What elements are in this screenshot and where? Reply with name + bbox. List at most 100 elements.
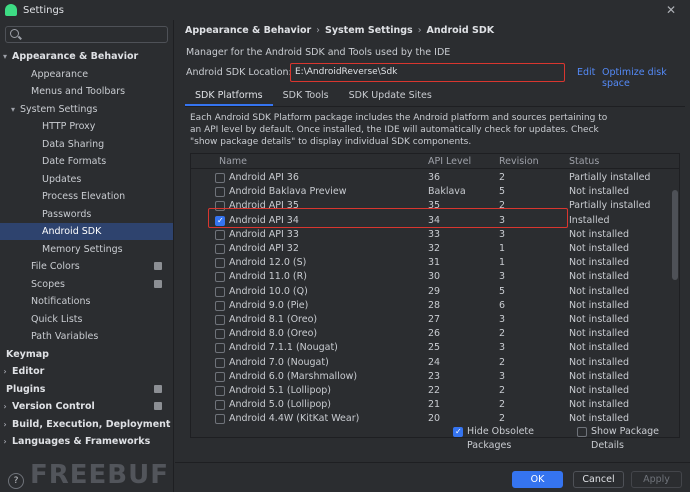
chevron-right-icon[interactable]: › bbox=[0, 398, 10, 415]
sidebar-item[interactable]: Menus and Toolbars bbox=[0, 83, 173, 100]
platform-checkbox[interactable] bbox=[215, 244, 225, 254]
sidebar-item[interactable]: ▾ Appearance & Behavior bbox=[0, 48, 173, 65]
table-row[interactable]: Android 8.0 (Oreo) 26 2 Not installed bbox=[191, 327, 669, 341]
sidebar-item[interactable]: › Editor bbox=[0, 363, 173, 380]
sidebar-item[interactable]: › Build, Execution, Deployment bbox=[0, 416, 173, 433]
chevron-down-icon[interactable]: ▾ bbox=[0, 48, 10, 65]
platform-checkbox[interactable] bbox=[215, 272, 225, 283]
sidebar-item[interactable]: › Languages & Frameworks bbox=[0, 433, 173, 450]
sidebar-item[interactable]: File Colors bbox=[0, 258, 173, 275]
close-icon[interactable]: ✕ bbox=[666, 3, 676, 17]
sidebar-item-label: System Settings bbox=[20, 103, 98, 115]
table-row[interactable]: Android 9.0 (Pie) 28 6 Not installed bbox=[191, 299, 669, 313]
table-row[interactable]: Android 8.1 (Oreo) 27 3 Not installed bbox=[191, 313, 669, 327]
platform-checkbox[interactable] bbox=[215, 173, 225, 183]
search-input[interactable] bbox=[22, 28, 162, 41]
table-row[interactable]: Android API 36 36 2 Partially installed bbox=[191, 171, 669, 185]
cell-status: Not installed bbox=[569, 356, 629, 368]
breadcrumb-item: Android SDK bbox=[426, 25, 495, 36]
platform-checkbox[interactable] bbox=[215, 329, 225, 340]
apply-button[interactable]: Apply bbox=[631, 471, 682, 488]
platform-checkbox[interactable] bbox=[215, 414, 225, 425]
sidebar-item[interactable]: Date Formats bbox=[0, 153, 173, 170]
platform-checkbox[interactable] bbox=[215, 343, 225, 354]
sidebar-item[interactable]: › Version Control bbox=[0, 398, 173, 415]
cell-status: Not installed bbox=[569, 228, 629, 240]
table-row[interactable]: Android 6.0 (Marshmallow) 23 3 Not installe… bbox=[191, 370, 669, 384]
ok-button[interactable]: OK bbox=[512, 471, 563, 488]
platform-checkbox[interactable] bbox=[215, 300, 225, 311]
tab-sdk-update-sites[interactable]: SDK Update Sites bbox=[339, 88, 442, 106]
table-row[interactable]: Android API 33 33 3 Not installed bbox=[191, 228, 669, 242]
cancel-button[interactable]: Cancel bbox=[573, 471, 624, 488]
sidebar-item[interactable]: Quick Lists bbox=[0, 311, 173, 328]
cell-rev: 3 bbox=[499, 370, 506, 382]
sdk-location-field[interactable]: E:\AndroidReverse\Sdk bbox=[290, 63, 565, 82]
column-name-header[interactable]: Name bbox=[219, 155, 247, 168]
chevron-right-icon: › bbox=[417, 25, 422, 36]
sidebar-item[interactable]: Passwords bbox=[0, 206, 173, 223]
table-row[interactable]: Android API 32 32 1 Not installed bbox=[191, 242, 669, 256]
sidebar-item[interactable]: Memory Settings bbox=[0, 241, 173, 258]
platform-checkbox[interactable] bbox=[215, 371, 225, 382]
sdk-platforms-table: Name API Level Revision Status Android A… bbox=[190, 153, 680, 438]
platform-checkbox[interactable] bbox=[215, 357, 225, 368]
show-details-option[interactable]: Show Package Details bbox=[577, 425, 689, 451]
cell-status: Partially installed bbox=[569, 200, 651, 212]
sidebar-item[interactable]: Updates bbox=[0, 171, 173, 188]
platform-checkbox[interactable] bbox=[215, 229, 225, 240]
platform-checkbox[interactable] bbox=[215, 286, 225, 297]
table-row[interactable]: Android 12.0 (S) 31 1 Not installed bbox=[191, 256, 669, 270]
cell-status: Not installed bbox=[569, 271, 629, 283]
table-row[interactable]: Android Baklava Preview Baklava 5 Not insta… bbox=[191, 185, 669, 199]
sidebar-item[interactable]: Keymap bbox=[0, 346, 173, 363]
sidebar-item[interactable]: ▾ System Settings bbox=[0, 101, 173, 118]
help-button[interactable]: ? bbox=[8, 473, 24, 489]
table-header: Name API Level Revision Status bbox=[191, 154, 679, 169]
optimize-disk-space-link[interactable]: Optimize disk space bbox=[602, 67, 690, 89]
platform-checkbox[interactable] bbox=[215, 187, 225, 198]
breadcrumb-item[interactable]: System Settings bbox=[325, 25, 413, 36]
column-api-level-header[interactable]: API Level bbox=[428, 155, 471, 168]
tab-sdk-platforms[interactable]: SDK Platforms bbox=[185, 88, 273, 106]
cell-rev: 3 bbox=[499, 228, 506, 240]
chevron-right-icon[interactable]: › bbox=[0, 416, 10, 433]
table-row[interactable]: Android 11.0 (R) 30 3 Not installed bbox=[191, 270, 669, 284]
platform-checkbox[interactable] bbox=[215, 258, 225, 269]
table-row[interactable]: Android 5.1 (Lollipop) 22 2 Not installed bbox=[191, 384, 669, 398]
settings-search[interactable] bbox=[5, 26, 168, 43]
platform-checkbox[interactable] bbox=[215, 315, 225, 325]
sidebar-item[interactable]: Process Elevation bbox=[0, 188, 173, 205]
column-status-header[interactable]: Status bbox=[569, 155, 599, 168]
cell-api: Baklava bbox=[428, 186, 466, 198]
sidebar-item[interactable]: Appearance bbox=[0, 66, 173, 83]
hide-obsolete-option[interactable]: Hide Obsolete Packages bbox=[453, 425, 573, 451]
sidebar-item[interactable]: Notifications bbox=[0, 293, 173, 310]
sidebar-item[interactable]: Scopes bbox=[0, 276, 173, 293]
show-details-checkbox[interactable] bbox=[577, 427, 587, 437]
scrollbar-thumb[interactable] bbox=[672, 190, 678, 280]
table-row[interactable]: Android 7.1.1 (Nougat) 25 3 Not installed bbox=[191, 341, 669, 355]
sidebar-item[interactable]: Path Variables bbox=[0, 328, 173, 345]
sidebar-item[interactable]: Plugins bbox=[0, 381, 173, 398]
chevron-right-icon[interactable]: › bbox=[0, 363, 10, 380]
breadcrumb-item[interactable]: Appearance & Behavior bbox=[185, 25, 311, 36]
table-row[interactable]: Android 5.0 (Lollipop) 21 2 Not installed bbox=[191, 398, 669, 412]
platform-checkbox[interactable] bbox=[215, 400, 225, 411]
cell-api: 24 bbox=[428, 356, 441, 368]
sidebar-item[interactable]: Data Sharing bbox=[0, 136, 173, 153]
tab-sdk-tools[interactable]: SDK Tools bbox=[273, 88, 339, 106]
platform-checkbox[interactable] bbox=[215, 386, 225, 396]
sidebar-item-label: Passwords bbox=[42, 208, 92, 220]
cell-name: Android 10.0 (Q) bbox=[229, 285, 308, 297]
column-revision-header[interactable]: Revision bbox=[499, 155, 539, 168]
sidebar-item[interactable]: HTTP Proxy bbox=[0, 118, 173, 135]
sidebar-item[interactable]: Android SDK bbox=[0, 223, 173, 240]
hide-obsolete-checkbox[interactable] bbox=[453, 425, 463, 439]
table-row[interactable]: Android 7.0 (Nougat) 24 2 Not installed bbox=[191, 356, 669, 370]
table-scrollbar[interactable] bbox=[670, 170, 678, 437]
edit-link[interactable]: Edit bbox=[577, 67, 595, 78]
chevron-right-icon[interactable]: › bbox=[0, 433, 10, 450]
table-row[interactable]: Android 10.0 (Q) 29 5 Not installed bbox=[191, 285, 669, 299]
chevron-down-icon[interactable]: ▾ bbox=[8, 101, 18, 118]
